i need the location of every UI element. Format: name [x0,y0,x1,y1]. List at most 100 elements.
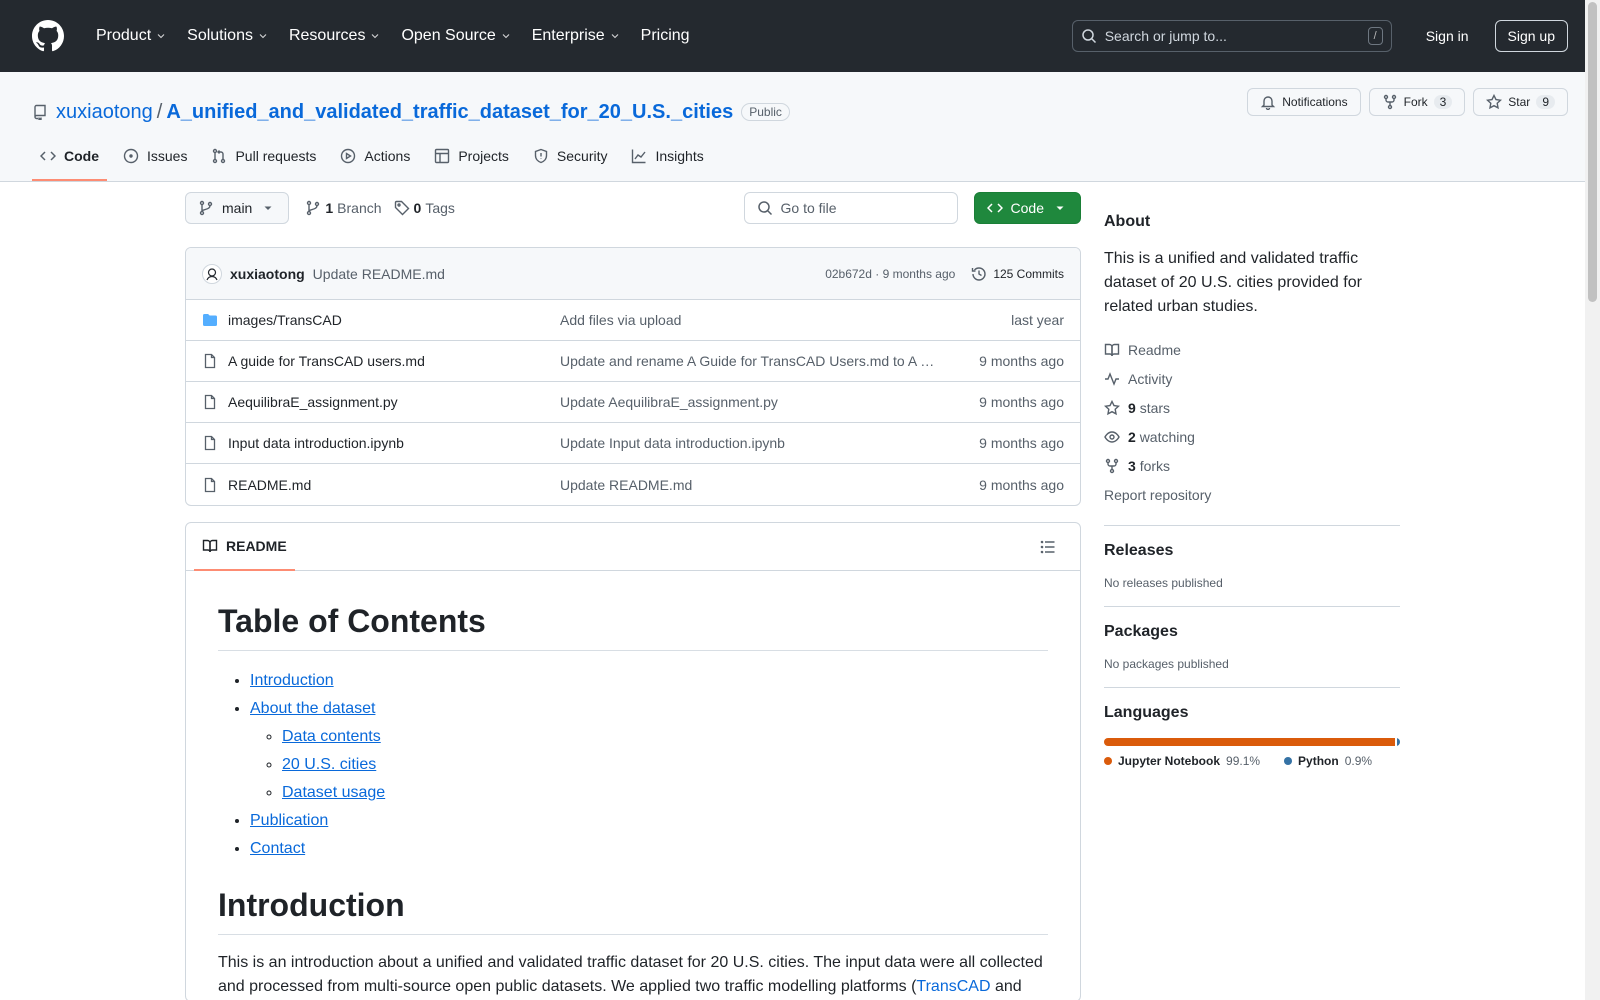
tag-label: Tags [425,200,455,216]
file-row[interactable]: images/TransCAD Add files via upload las… [186,300,1080,341]
file-commit-message[interactable]: Update AequilibraE_assignment.py [560,394,964,410]
readme-tab[interactable]: README [194,523,295,571]
report-repository-link[interactable]: Report repository [1104,480,1400,509]
sign-in-link[interactable]: Sign in [1416,28,1479,44]
file-commit-date: 9 months ago [979,435,1064,451]
go-to-file-input[interactable]: Go to file [743,192,958,224]
divider [1104,606,1400,607]
commit-message-link[interactable]: Update README.md [313,266,445,282]
branches-link[interactable]: 1 Branch [305,200,382,216]
tag-icon [394,200,410,216]
nav-open-source[interactable]: Open Source [393,20,519,52]
toc-link-introduction[interactable]: Introduction [250,672,334,689]
file-row[interactable]: Input data introduction.ipynb Update Inp… [186,423,1080,464]
star-button[interactable]: Star 9 [1473,88,1568,116]
toc-link-publication[interactable]: Publication [250,812,328,829]
file-row[interactable]: AequilibraE_assignment.py Update Aequili… [186,382,1080,423]
visibility-badge: Public [741,103,790,121]
toc-link-contact[interactable]: Contact [250,840,305,857]
fork-label: Fork [1403,95,1428,109]
packages-heading[interactable]: Packages [1104,623,1400,641]
watchers-link[interactable]: 2 watching [1104,422,1400,451]
tab-actions[interactable]: Actions [332,133,418,181]
language-name: Python [1298,754,1339,768]
nav-label: Solutions [187,27,253,44]
nav-enterprise[interactable]: Enterprise [524,20,629,52]
file-commit-date: last year [1011,312,1064,328]
language-item-jupyter[interactable]: Jupyter Notebook 99.1% [1104,754,1260,768]
file-row[interactable]: A guide for TransCAD users.md Update and… [186,341,1080,382]
watching-label: watching [1139,428,1195,445]
about-description: This is a unified and validated traffic … [1104,250,1362,315]
language-name: Jupyter Notebook [1118,754,1221,768]
file-commit-message[interactable]: Update README.md [560,477,964,493]
nav-pricing[interactable]: Pricing [633,20,698,52]
nav-product[interactable]: Product [88,20,175,52]
scrollbar-thumb[interactable] [1588,2,1597,302]
nav-label: Pricing [640,27,690,44]
list-item: Contact [250,835,1048,863]
file-name-link[interactable]: AequilibraE_assignment.py [228,394,560,410]
language-percent: 0.9% [1344,754,1373,768]
nav-solutions[interactable]: Solutions [179,20,277,52]
file-name-link[interactable]: README.md [228,477,560,493]
list-item: Data contents [282,723,1048,751]
file-icon [204,477,216,492]
intro-text-cont: and [990,978,1022,995]
fork-button[interactable]: Fork 3 [1368,88,1466,116]
tab-security[interactable]: Security [525,133,616,181]
tab-issues[interactable]: Issues [115,133,195,181]
commits-history-link[interactable]: 125 Commits [971,266,1064,282]
tags-link[interactable]: 0 Tags [394,200,455,216]
list-item: Dataset usage [282,779,1048,807]
stars-link[interactable]: 9 stars [1104,393,1400,422]
list-outline-icon[interactable] [1040,539,1056,555]
toc-link-about[interactable]: About the dataset [250,700,375,717]
forks-link[interactable]: 3 forks [1104,451,1400,480]
language-list: Jupyter Notebook 99.1% Python 0.9% [1104,754,1400,768]
languages-heading: Languages [1104,704,1189,721]
commit-hash-time[interactable]: 02b672d · 9 months ago [825,267,955,281]
language-item-python[interactable]: Python 0.9% [1284,754,1372,768]
tab-code[interactable]: Code [32,133,107,181]
page-scrollbar[interactable] [1585,0,1600,1000]
repo-name-link[interactable]: A_unified_and_validated_traffic_dataset_… [166,101,733,124]
file-row[interactable]: README.md Update README.md 9 months ago [186,464,1080,505]
tab-label: Issues [147,148,188,164]
code-button-label: Code [1010,200,1044,216]
file-name-link[interactable]: A guide for TransCAD users.md [228,353,560,369]
tab-projects[interactable]: Projects [426,133,517,181]
file-commit-message[interactable]: Update and rename A Guide for TransCAD U… [560,353,964,369]
repo-owner-link[interactable]: xuxiaotong [56,101,153,124]
readme-link-label: Readme [1128,341,1181,358]
toc-link-cities[interactable]: 20 U.S. cities [282,756,376,773]
stars-count: 9 [1128,399,1136,416]
branch-selector-button[interactable]: main [185,192,290,224]
global-search-input[interactable]: Search or jump to... / [1071,20,1392,52]
tab-pull-requests[interactable]: Pull requests [203,133,324,181]
code-download-button[interactable]: Code [973,192,1081,224]
avatar[interactable] [202,263,222,284]
commit-author-link[interactable]: xuxiaotong [230,266,305,282]
file-commit-message[interactable]: Add files via upload [560,312,964,328]
file-name-link[interactable]: Input data introduction.ipynb [228,435,560,451]
releases-heading[interactable]: Releases [1104,542,1400,560]
file-commit-message[interactable]: Update Input data introduction.ipynb [560,435,964,451]
github-logo-icon[interactable] [32,20,64,52]
transcad-link[interactable]: TransCAD [916,978,990,995]
play-icon [341,148,356,164]
readme-link[interactable]: Readme [1104,335,1400,364]
nav-resources[interactable]: Resources [281,20,389,52]
notifications-button[interactable]: Notifications [1247,88,1361,116]
path-separator: / [156,100,163,123]
file-navigation: main 1 Branch 0 Tags Go to file Code [185,183,1081,233]
toc-link-usage[interactable]: Dataset usage [282,784,385,801]
repo-actions: Notifications Fork 3 Star 9 [1247,88,1568,116]
sign-up-button[interactable]: Sign up [1494,20,1568,52]
search-icon [1081,29,1096,44]
activity-link[interactable]: Activity [1104,364,1400,393]
language-bar-segment [1104,738,1396,746]
tab-insights[interactable]: Insights [623,133,711,181]
file-name-link[interactable]: images/TransCAD [228,312,560,328]
toc-link-data-contents[interactable]: Data contents [282,728,381,745]
